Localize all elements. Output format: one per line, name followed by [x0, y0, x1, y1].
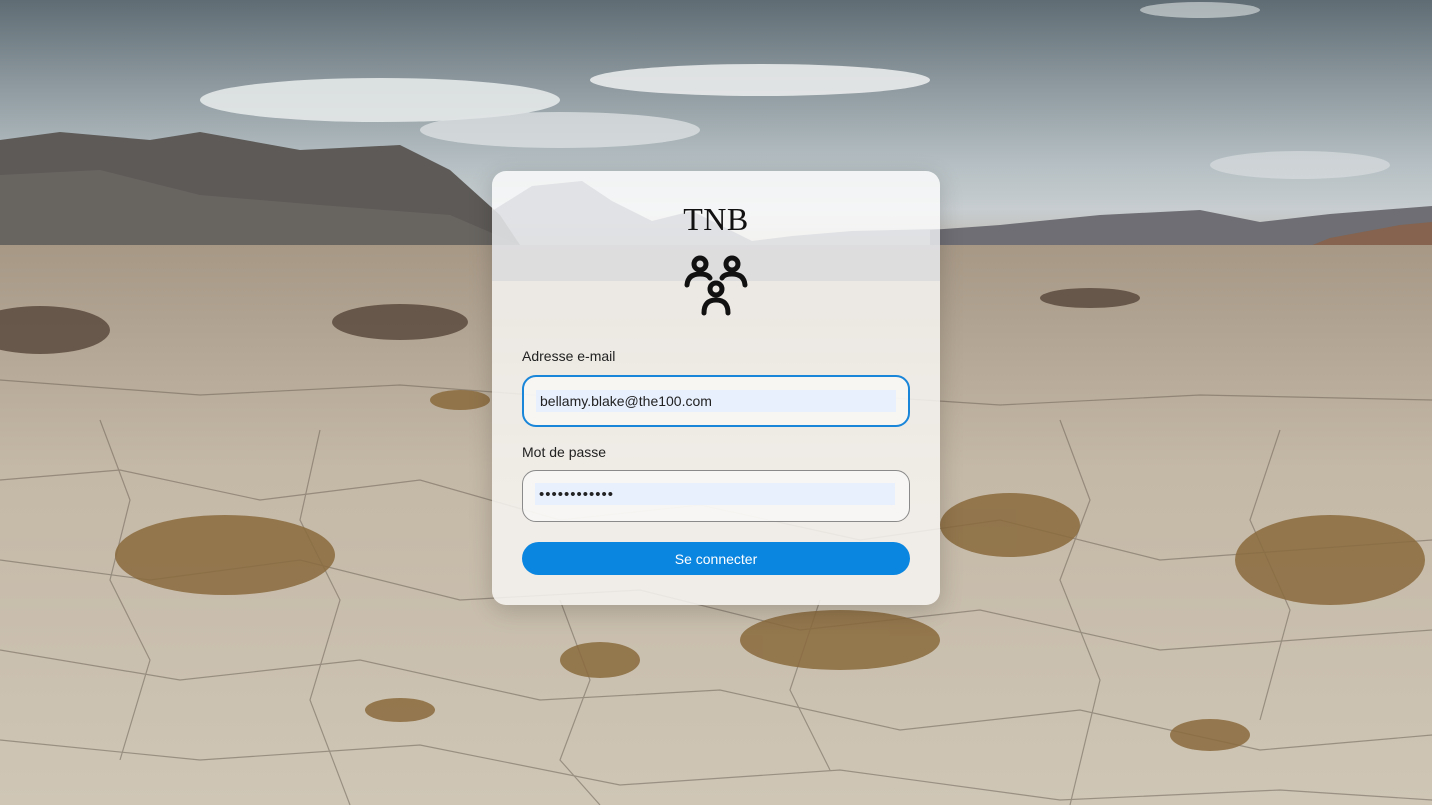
login-button[interactable]: Se connecter [522, 542, 910, 575]
users-group-icon [684, 255, 748, 316]
password-input[interactable] [535, 483, 895, 505]
password-label: Mot de passe [522, 444, 607, 460]
brand-title: TNB [683, 201, 749, 237]
login-card: TNB Adresse e-mail Mot de passe Se conne… [492, 171, 940, 605]
password-field[interactable] [522, 470, 910, 522]
email-label: Adresse e-mail [522, 348, 616, 364]
email-field[interactable] [522, 375, 910, 427]
email-input[interactable] [536, 390, 896, 412]
